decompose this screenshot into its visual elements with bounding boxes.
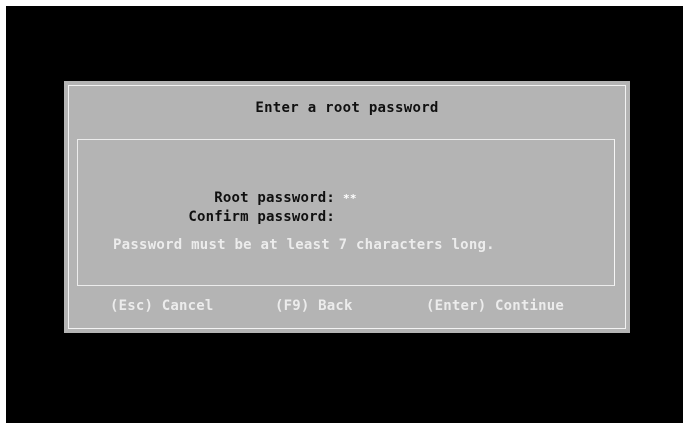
continue-button[interactable]: (Enter) Continue [426, 298, 564, 314]
confirm-password-row[interactable]: Confirm password: [78, 193, 343, 241]
root-password-dialog: Enter a root password Root password: ** C… [64, 81, 630, 333]
cancel-button[interactable]: (Esc) Cancel [110, 298, 214, 314]
root-password-input[interactable]: ** [343, 190, 357, 207]
password-form: Root password: ** Confirm password: Passw… [77, 139, 615, 286]
password-hint: Password must be at least 7 characters l… [113, 237, 495, 253]
console-screen: Enter a root password Root password: ** C… [6, 6, 683, 423]
confirm-password-label: Confirm password: [188, 209, 336, 225]
back-button[interactable]: (F9) Back [275, 298, 353, 314]
dialog-title: Enter a root password [255, 100, 439, 116]
dialog-footer: (Esc) Cancel (F9) Back (Enter) Continue [64, 298, 630, 320]
